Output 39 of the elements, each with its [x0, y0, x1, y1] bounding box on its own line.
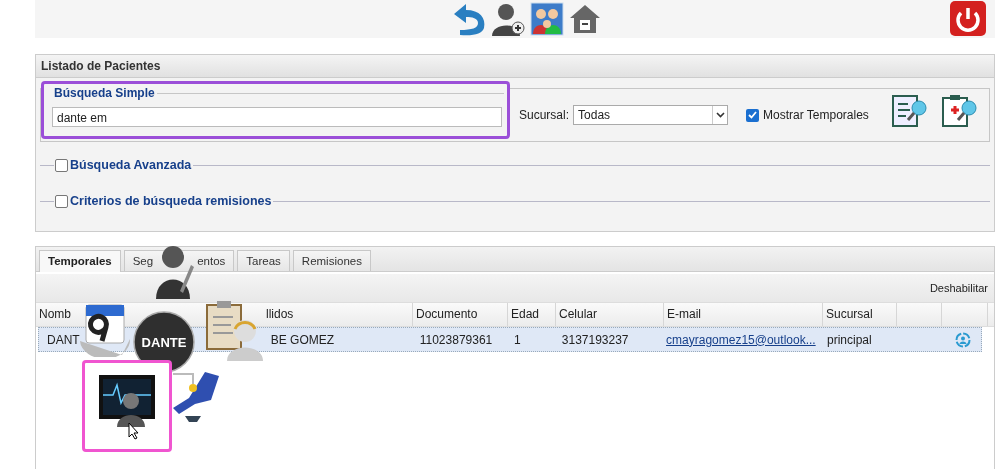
branch-dropdown[interactable]: Todas: [573, 105, 729, 125]
user-cycle-icon[interactable]: [955, 331, 971, 348]
invoice-search-icon[interactable]: [890, 94, 927, 128]
checkbox[interactable]: [746, 108, 760, 122]
selected-menu-item[interactable]: [82, 360, 172, 452]
checkbox[interactable]: [55, 194, 68, 208]
branch-label: Sucursal:: [519, 108, 570, 122]
table-cell-text: principal: [826, 332, 872, 347]
disable-button[interactable]: Deshabilitar: [929, 282, 988, 294]
column-header[interactable]: Documento: [416, 307, 478, 321]
tab[interactable]: Remisiones: [292, 250, 371, 271]
tab[interactable]: Temporales: [39, 250, 121, 272]
checkbox[interactable]: [55, 158, 68, 172]
column-header[interactable]: Sucursal: [826, 307, 873, 321]
column-header[interactable]: Edad: [511, 307, 540, 321]
clipboard-search-icon[interactable]: [940, 94, 977, 128]
house-icon[interactable]: [568, 2, 602, 36]
power-button-icon[interactable]: [949, 1, 987, 37]
column-header[interactable]: E-mail: [667, 307, 701, 321]
search-field[interactable]: dante em: [52, 107, 502, 127]
table-cell-text: 1: [513, 332, 521, 347]
tab[interactable]: Tareas: [237, 250, 290, 271]
table-cell-text: DANT: [46, 332, 80, 347]
column-header[interactable]: Celular: [559, 307, 597, 321]
column-header[interactable]: llidos: [266, 307, 294, 321]
fieldset-legend: Búsqueda Simple: [52, 86, 157, 100]
user-pen-icon[interactable]: [156, 243, 195, 301]
clipboard-operator-icon[interactable]: [205, 301, 265, 361]
checkbox-label: Mostrar Temporales: [763, 108, 869, 122]
table-cell-text: 3137193237: [560, 332, 629, 347]
caret-icon: [715, 112, 725, 118]
column-header[interactable]: Nomb: [39, 307, 71, 321]
section-legend[interactable]: Búsqueda Avanzada: [68, 158, 194, 172]
add-user-icon[interactable]: [492, 2, 526, 36]
email-link[interactable]: cmayragomez15@outlook...: [666, 332, 816, 347]
table-cell-text: BE GOMEZ: [269, 332, 335, 347]
family-icon[interactable]: [530, 2, 564, 36]
section-legend[interactable]: Criterios de búsqueda remisiones: [68, 194, 274, 208]
table-cell-text: 11023879361: [418, 332, 493, 347]
